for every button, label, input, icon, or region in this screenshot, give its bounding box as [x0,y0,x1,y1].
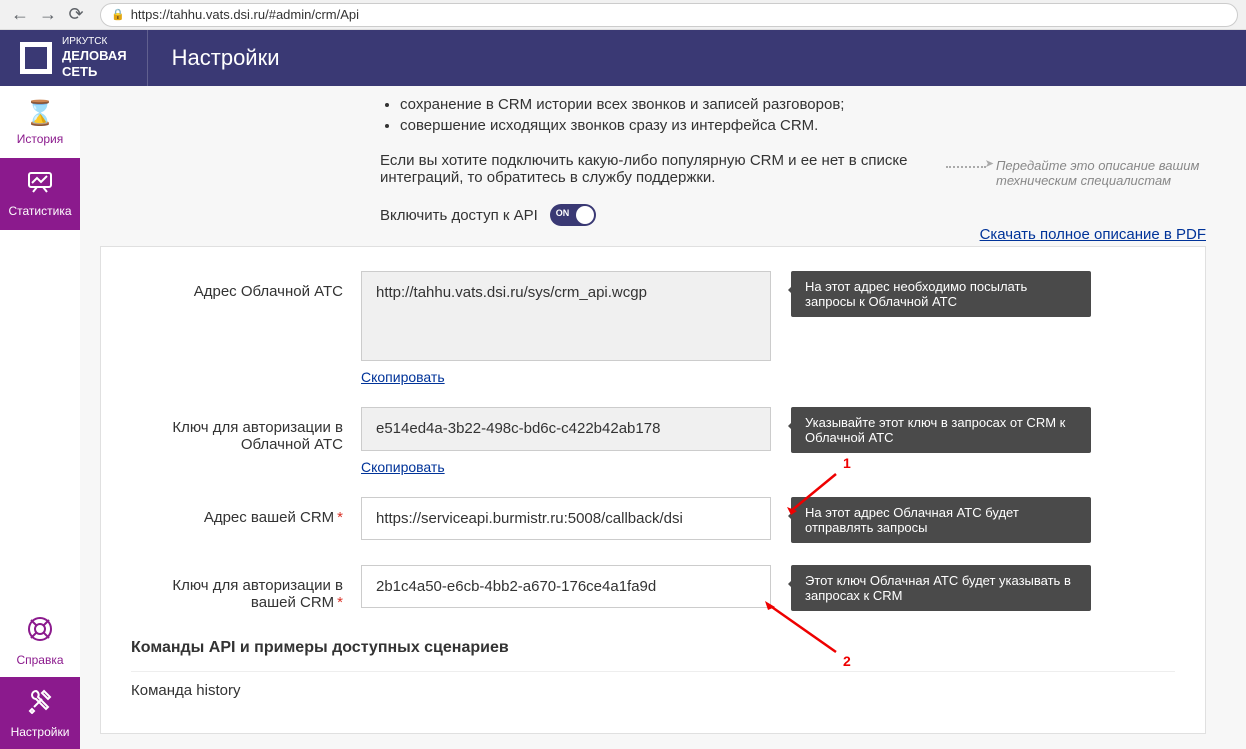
app-header: ИРКУТСК ДЕЛОВАЯ СЕТЬ Настройки [0,30,1246,86]
field-tooltip: Указывайте этот ключ в запросах от CRM к… [791,407,1091,453]
sidebar-item-stats[interactable]: Статистика [0,158,80,230]
browser-forward-button[interactable]: → [36,3,60,27]
download-pdf-link[interactable]: Скачать полное описание в PDF [980,226,1206,243]
sidebar: ⌛ История Статистика Справка [0,86,80,749]
api-settings-card: Адрес Облачной АТС http://tahhu.vats.dsi… [100,246,1206,734]
annotation-number-1: 1 [843,455,851,471]
hourglass-icon: ⌛ [25,99,55,128]
command-row[interactable]: Команда history [131,671,1175,709]
bullet-item: совершение исходящих звонков сразу из ин… [400,117,1206,134]
api-commands-heading: Команды API и примеры доступных сценарие… [131,639,1175,657]
tools-icon [27,688,53,721]
logo-block[interactable]: ИРКУТСК ДЕЛОВАЯ СЕТЬ [0,30,148,86]
sidebar-item-help[interactable]: Справка [0,605,80,677]
sidebar-item-label: Настройки [11,725,70,739]
field-tooltip: На этот адрес необходимо посылать запрос… [791,271,1091,317]
field-label: Ключ для авторизации в Облачной АТС [131,407,361,453]
sidebar-item-label: Справка [16,653,63,667]
intro-paragraph: Если вы хотите подключить какую-либо поп… [380,152,940,186]
browser-bar: ← → ⟳ 🔒 https://tahhu.vats.dsi.ru/#admin… [0,0,1246,30]
toggle-knob [576,206,594,224]
browser-back-button[interactable]: ← [8,3,32,27]
crm-address-input[interactable] [361,497,771,540]
required-marker: * [337,594,343,611]
presentation-icon [27,171,53,200]
sidebar-item-label: История [17,132,64,146]
lock-icon: 🔒 [111,8,125,21]
crm-key-input[interactable] [361,565,771,608]
sidebar-item-history[interactable]: ⌛ История [0,86,80,158]
content-area: сохранение в CRM истории всех звонков и … [80,86,1246,749]
command-name: history [196,682,240,699]
toggle-state-text: ON [556,208,570,218]
annotation-arrow-2 [761,597,841,660]
sidebar-item-label: Статистика [8,204,71,218]
bullet-list: сохранение в CRM истории всех звонков и … [400,96,1206,134]
annotation-arrow-1 [781,469,841,522]
toggle-label: Включить доступ к API [380,207,538,224]
bullet-item: сохранение в CRM истории всех звонков и … [400,96,1206,113]
technical-note: Передайте это описание вашим техническим… [996,158,1206,188]
api-access-toggle[interactable]: ON [550,204,596,226]
lifebuoy-icon [27,616,53,649]
browser-reload-button[interactable]: ⟳ [64,3,88,27]
required-marker: * [337,509,343,526]
browser-url-bar[interactable]: 🔒 https://tahhu.vats.dsi.ru/#admin/crm/A… [100,3,1238,27]
logo-text: ИРКУТСК ДЕЛОВАЯ СЕТЬ [62,36,127,79]
field-label: Ключ для авторизации в вашей CRM* [131,565,361,611]
cloud-ats-address-value: http://tahhu.vats.dsi.ru/sys/crm_api.wcg… [361,271,771,361]
annotation-number-2: 2 [843,653,851,669]
copy-link[interactable]: Скопировать [361,369,445,385]
field-label: Адрес Облачной АТС [131,271,361,300]
field-label: Адрес вашей CRM* [131,497,361,526]
sidebar-item-settings[interactable]: Настройки [0,677,80,749]
logo-square-icon [20,42,52,74]
copy-link[interactable]: Скопировать [361,459,445,475]
page-title: Настройки [172,45,280,71]
browser-url-text: https://tahhu.vats.dsi.ru/#admin/crm/Api [131,7,359,22]
dotted-arrow-icon [946,166,986,186]
cloud-ats-key-value: e514ed4a-3b22-498c-bd6c-c422b42ab178 [361,407,771,451]
